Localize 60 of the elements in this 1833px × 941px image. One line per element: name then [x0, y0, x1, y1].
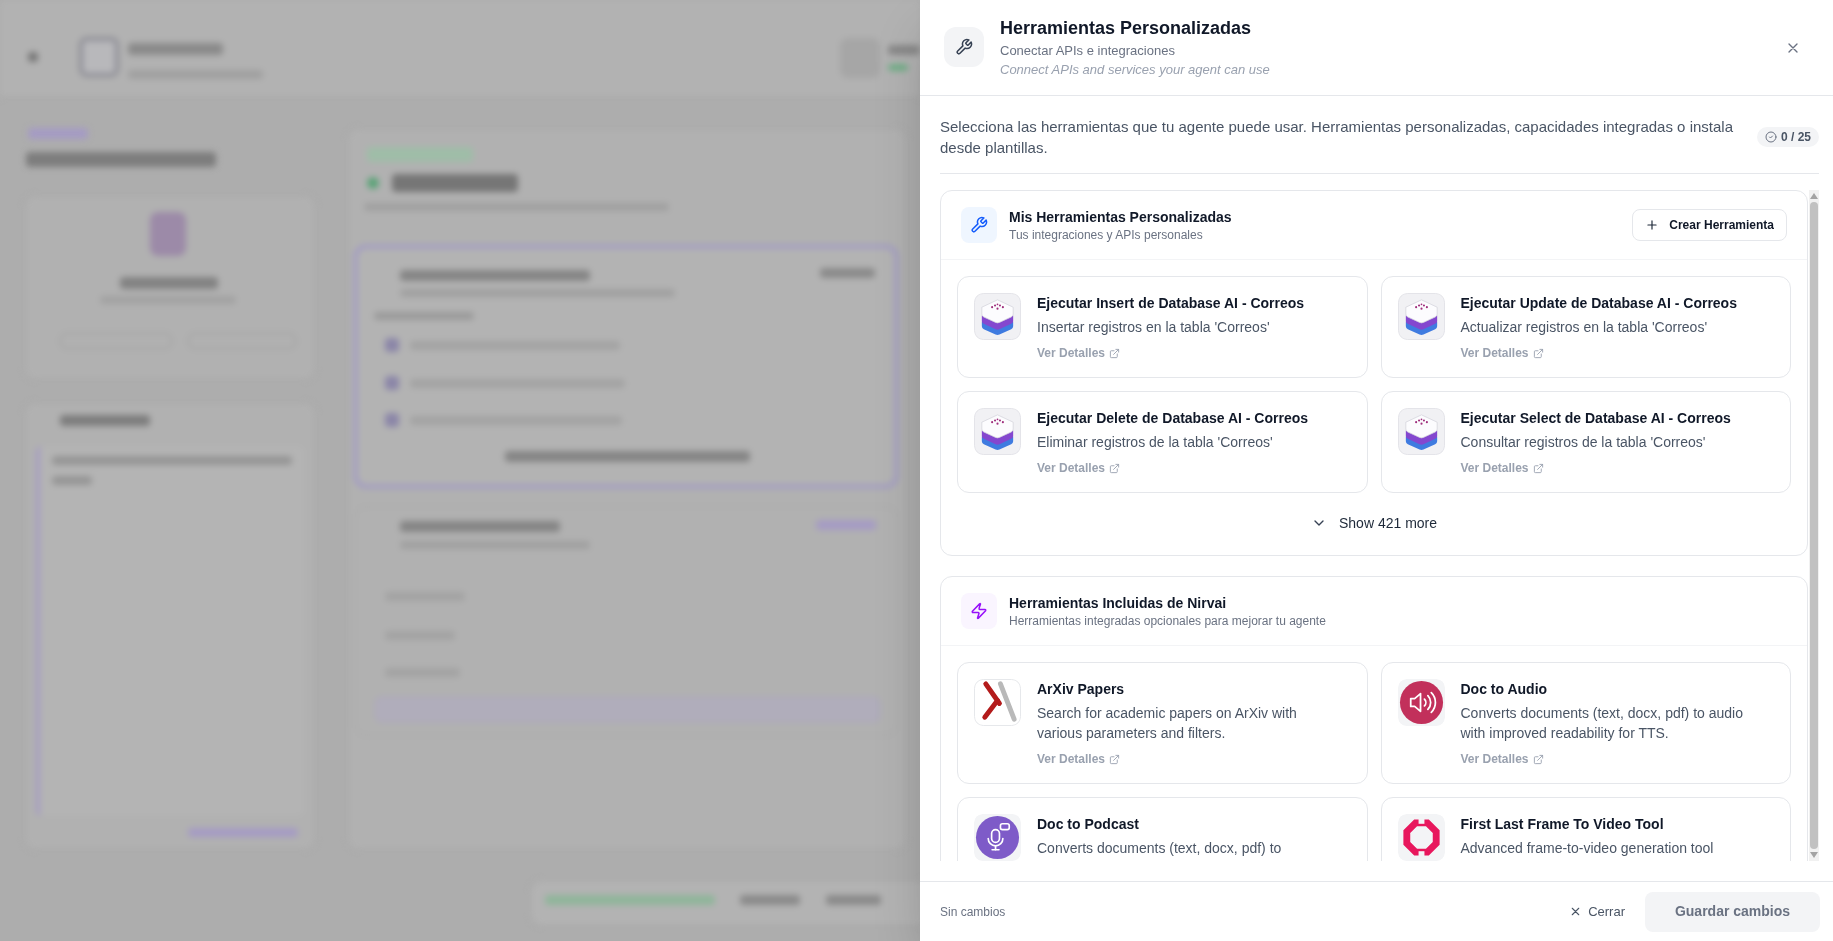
external-link-icon — [1109, 347, 1121, 359]
tool-card[interactable]: Ejecutar Delete de Database AI - Correos Eliminar registros de la tabla 'Correos' Ver Detalles — [957, 391, 1368, 493]
scrollbar-thumb[interactable] — [1810, 202, 1818, 849]
close-text-button[interactable]: Cerrar — [1565, 893, 1629, 930]
tool-card[interactable]: Doc to Audio Converts documents (text, docx, pdf) to audio with improved readability for TTS. Ver Detalles — [1380, 662, 1791, 784]
status-text: Sin cambios — [940, 903, 1006, 921]
section-title: Mis Herramientas Personalizadas — [1009, 208, 1232, 227]
tool-name: Ejecutar Select de Database AI - Correos — [1460, 409, 1731, 428]
panel-subtitle: Conectar APIs e integraciones — [1000, 42, 1175, 60]
tool-description: Converts documents (text, docx, pdf) to — [1037, 839, 1282, 858]
database-stack-icon — [1397, 408, 1445, 455]
tool-card[interactable]: Ejecutar Update de Database AI - Correos Actualizar registros en la tabla 'Correos' Ver Detalles — [1380, 276, 1791, 378]
section-title: Herramientas Incluidas de Nirvai — [1009, 594, 1228, 613]
tool-description: Eliminar registros de la tabla 'Correos' — [1037, 433, 1273, 452]
panel-title: Herramientas Personalizadas — [1000, 17, 1252, 40]
scroll-up-arrow-icon — [1810, 193, 1818, 199]
create-tool-button[interactable]: Crear Herramienta — [1632, 209, 1787, 241]
section-subtitle: Tus integraciones y APIs personales — [1009, 227, 1204, 243]
external-link-icon — [1532, 347, 1544, 359]
external-link-icon — [1532, 753, 1544, 765]
tool-name: ArXiv Papers — [1037, 680, 1125, 699]
external-link-icon — [1532, 462, 1544, 474]
tool-name: Doc to Podcast — [1037, 815, 1139, 834]
database-stack-icon — [974, 293, 1021, 340]
tool-card[interactable]: Ejecutar Select de Database AI - Correos Consultar registros de la tabla 'Correos' Ver Detalles — [1380, 391, 1791, 493]
lightning-bolt-icon — [961, 593, 997, 629]
wrench-icon — [961, 207, 997, 243]
panel-note: Connect APIs and services your agent can use — [1000, 61, 1270, 79]
counter-text: 0 / 25 — [1780, 129, 1811, 145]
tool-card[interactable]: Ejecutar Insert de Database AI - Correos Insertar registros en la tabla 'Correos' Ver Detalles — [957, 276, 1368, 378]
tool-name: Doc to Audio — [1460, 680, 1548, 699]
tool-name: First Last Frame To Video Tool — [1460, 815, 1664, 834]
tool-name: Ejecutar Delete de Database AI - Correos — [1037, 409, 1309, 428]
tool-description: Actualizar registros en la tabla 'Correos' — [1460, 318, 1708, 337]
tool-description: Advanced frame-to-video generation tool — [1460, 839, 1714, 858]
x-logo-icon — [974, 679, 1021, 726]
tool-card[interactable]: First Last Frame To Video Tool Advanced frame-to-video generation tool — [1380, 797, 1791, 861]
scrollbar-track[interactable] — [1809, 190, 1819, 861]
tool-name: Ejecutar Insert de Database AI - Correos — [1037, 294, 1305, 313]
intro-text: Selecciona las herramientas que tu agente puede usar. Herramientas personalizadas, capacidades integradas o instala desde plantillas. — [940, 117, 1734, 158]
wrench-icon — [944, 27, 984, 67]
microphone-icon — [974, 814, 1021, 861]
database-stack-icon — [974, 408, 1021, 455]
tool-card[interactable]: Doc to Podcast Converts documents (text, docx, pdf) to — [957, 797, 1368, 861]
tool-description: Consultar registros de la tabla 'Correos' — [1460, 433, 1706, 452]
tool-description: Search for academic papers on ArXiv with various parameters and filters. — [1037, 704, 1298, 743]
external-link-icon — [1109, 753, 1121, 765]
tool-description: Converts documents (text, docx, pdf) to audio with improved readability for TTS. — [1460, 704, 1744, 743]
tool-description: Insertar registros en la tabla 'Correos' — [1037, 318, 1270, 337]
tool-card[interactable]: ArXiv Papers Search for academic papers on ArXiv with various parameters and filters. Ver Detalles — [957, 662, 1368, 784]
scroll-down-arrow-icon — [1810, 852, 1818, 858]
tool-name: Ejecutar Update de Database AI - Correos — [1460, 294, 1737, 313]
show-more-button[interactable]: Show 421 more — [1310, 512, 1438, 534]
section-subtitle: Herramientas integradas opcionales para mejorar tu agente — [1009, 613, 1326, 629]
plus-icon — [1645, 218, 1660, 232]
database-stack-icon — [1397, 293, 1445, 340]
octagon-ring-icon — [1397, 814, 1445, 861]
external-link-icon — [1109, 462, 1121, 474]
speaker-icon — [1397, 679, 1445, 726]
check-circle-icon — [1764, 131, 1777, 143]
